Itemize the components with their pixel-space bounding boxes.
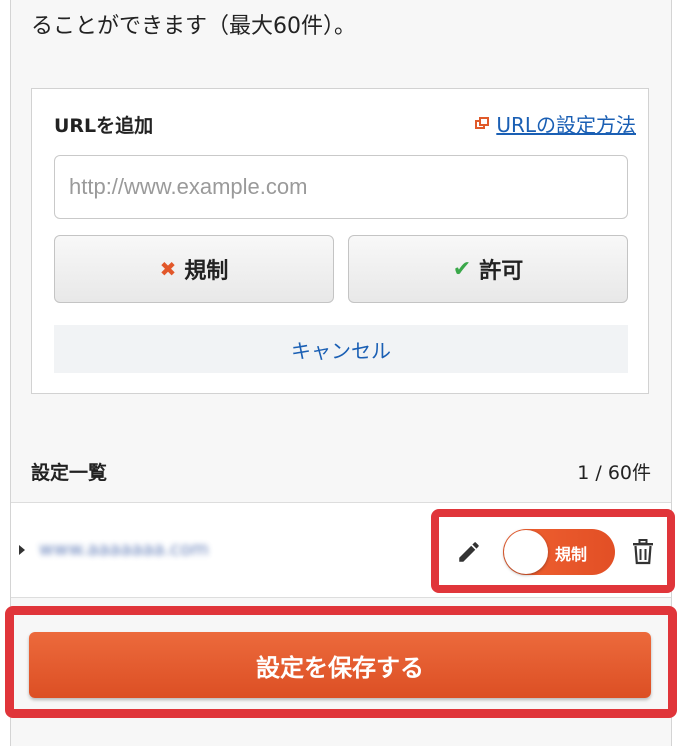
intro-text: ることができます（最大60件）。	[31, 14, 356, 39]
save-settings-label: 設定を保存する	[256, 653, 424, 682]
external-window-icon	[475, 116, 490, 131]
block-toggle[interactable]: 規制	[503, 529, 615, 575]
page-panel: ることができます（最大60件）。 URLを追加 URLの設定方法 ✖ 規制 ✔ …	[5, 0, 677, 746]
allow-button-label: 許可	[479, 259, 524, 284]
cancel-button[interactable]: キャンセル	[54, 325, 628, 373]
save-settings-button[interactable]: 設定を保存する	[29, 632, 651, 698]
block-button-label: 規制	[184, 259, 229, 284]
expand-caret-icon[interactable]	[19, 545, 25, 555]
cancel-button-label: キャンセル	[291, 338, 391, 363]
settings-list-count: 1 / 60件	[577, 462, 651, 484]
toggle-label: 規制	[555, 545, 588, 564]
list-item[interactable]: www.aaaaaaa.com 規制	[11, 502, 675, 598]
settings-list-title: 設定一覧	[31, 462, 108, 484]
url-help-link[interactable]: URLの設定方法	[475, 109, 636, 138]
check-icon: ✔	[452, 256, 472, 282]
url-input[interactable]	[54, 155, 628, 219]
pencil-icon[interactable]	[456, 539, 482, 565]
trash-icon[interactable]	[631, 539, 655, 565]
allow-button[interactable]: ✔ 許可	[348, 235, 628, 303]
add-url-card: URLを追加 URLの設定方法 ✖ 規制 ✔ 許可 キャンセル	[31, 88, 649, 394]
url-help-link-label: URLの設定方法	[496, 113, 636, 137]
add-url-title: URLを追加	[54, 115, 154, 137]
toggle-knob	[504, 530, 548, 574]
block-button[interactable]: ✖ 規制	[54, 235, 334, 303]
list-item-url: www.aaaaaaa.com	[39, 539, 209, 560]
cross-icon: ✖	[159, 257, 177, 281]
